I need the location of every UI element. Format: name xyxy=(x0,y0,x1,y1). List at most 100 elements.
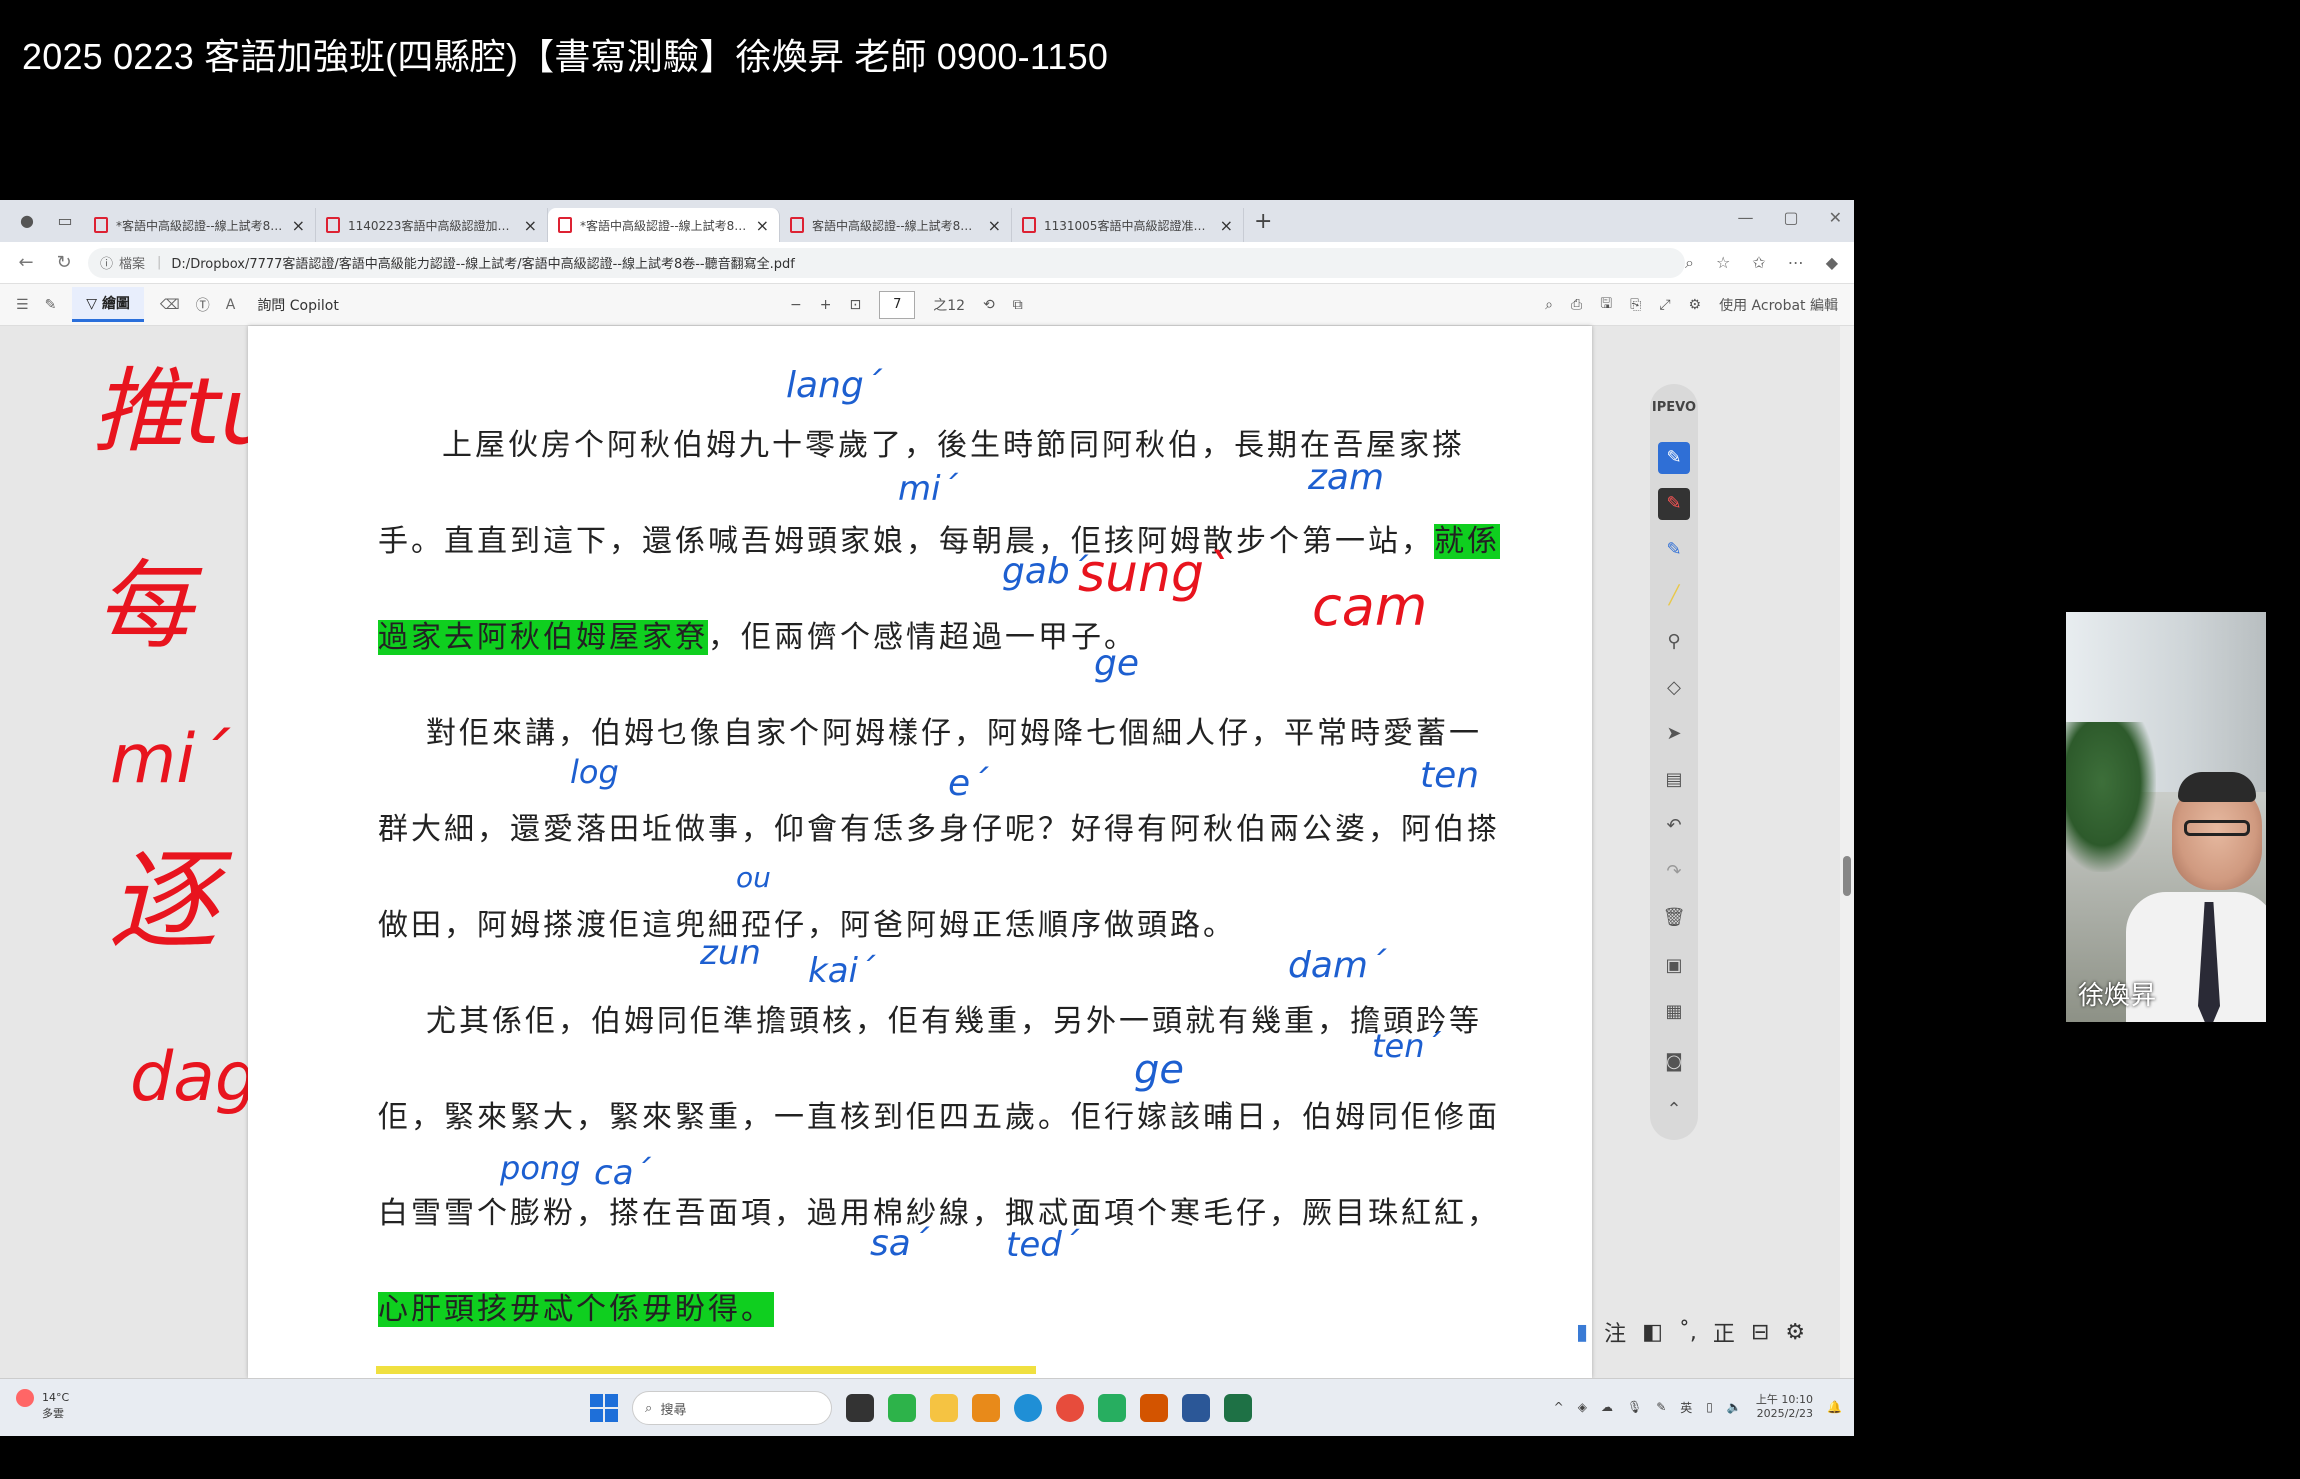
notification-icon[interactable]: 🔔 xyxy=(1827,1400,1842,1414)
taskbar-search[interactable]: ⌕ 搜尋 xyxy=(632,1391,832,1425)
browser-tab-active[interactable]: *客語中高級認證--線上試考8卷-- × xyxy=(548,208,780,242)
close-window-icon[interactable]: ✕ xyxy=(1829,208,1842,227)
excel-icon[interactable] xyxy=(1224,1394,1252,1422)
new-tab-button[interactable]: + xyxy=(1254,209,1272,234)
red-annotation: 逐 xyxy=(108,837,218,965)
language-icon[interactable]: 英 xyxy=(1680,1399,1692,1416)
bookmark-icon[interactable]: ▮ xyxy=(1576,1320,1588,1345)
close-icon[interactable]: × xyxy=(1220,216,1233,235)
vertical-scrollbar[interactable] xyxy=(1840,326,1854,1378)
fullscreen-icon[interactable]: ⤢ xyxy=(1659,297,1670,313)
pointer-icon[interactable]: ➤ xyxy=(1658,718,1690,750)
page-number-input[interactable]: 7 xyxy=(879,290,916,319)
close-icon[interactable]: × xyxy=(756,216,769,235)
screenshot-icon[interactable]: ▣ xyxy=(1658,950,1690,982)
favorite-star-icon[interactable]: ☆ xyxy=(1716,253,1730,273)
file-explorer-icon[interactable] xyxy=(930,1394,958,1422)
back-icon[interactable]: ← xyxy=(14,252,38,273)
taskbar-clock[interactable]: 上午 10:10 2025/2/23 xyxy=(1756,1393,1813,1421)
browser-tab[interactable]: *客語中高級認證--線上試考8卷-- × xyxy=(84,208,316,242)
page-view-icon[interactable]: ⧉ xyxy=(1013,297,1023,313)
clear-layer-icon[interactable]: ▤ xyxy=(1658,764,1690,796)
blue-annotation: zun xyxy=(700,933,761,973)
eraser-tool-icon[interactable]: ◇ xyxy=(1658,672,1690,704)
windows-start-icon[interactable] xyxy=(590,1394,618,1422)
zoom-out-button[interactable]: − xyxy=(790,297,802,313)
draw-button[interactable]: ▽ 繪圖 xyxy=(72,287,144,322)
task-view-icon[interactable] xyxy=(846,1394,874,1422)
contents-icon[interactable]: ☰ xyxy=(16,297,29,313)
acrobat-edit-button[interactable]: 使用 Acrobat 編輯 xyxy=(1719,295,1838,315)
settings-icon[interactable]: ⚙ xyxy=(1689,297,1702,313)
tab-label: *客語中高級認證--線上試考8卷-- xyxy=(116,218,284,233)
ask-copilot-button[interactable]: 詢問 Copilot xyxy=(257,295,339,315)
edge-icon[interactable] xyxy=(1014,1394,1042,1422)
line-app-icon[interactable] xyxy=(888,1394,916,1422)
collapse-icon[interactable]: ⌃ xyxy=(1658,1094,1690,1126)
zoom-in-button[interactable]: + xyxy=(820,297,832,313)
favorites-icon[interactable]: ✩ xyxy=(1752,253,1765,273)
close-icon[interactable]: × xyxy=(988,216,1001,235)
fit-page-icon[interactable]: ⊡ xyxy=(849,297,861,313)
refresh-icon[interactable]: ↻ xyxy=(52,252,76,273)
weather-widget[interactable]: 14°C 多雲 xyxy=(16,1389,69,1421)
multi-pen-icon[interactable]: ✎ xyxy=(1658,442,1690,474)
tray-app-icon[interactable]: ◈ xyxy=(1578,1400,1587,1414)
zoom-icon[interactable]: ⌕ xyxy=(1685,253,1694,273)
eraser-icon[interactable]: ⌫ xyxy=(160,297,180,313)
ime-note-button[interactable]: 注 xyxy=(1604,1316,1626,1348)
word-icon[interactable] xyxy=(1182,1394,1210,1422)
gallery-icon[interactable]: ▦ xyxy=(1658,996,1690,1028)
punctuation-icon[interactable]: ˚, xyxy=(1679,1320,1697,1345)
highlight-icon[interactable]: ✎ xyxy=(45,297,57,313)
ime-mode-button[interactable]: 正 xyxy=(1713,1316,1735,1348)
url-input[interactable]: ⓘ 檔案 | D:/Dropbox/7777客語認證/客語中高級能力認證--線上… xyxy=(88,247,1685,278)
undo-icon[interactable]: ↶ xyxy=(1658,810,1690,842)
line-app-icon-2[interactable] xyxy=(1098,1394,1126,1422)
pen-icon[interactable]: ✎ xyxy=(1656,1400,1666,1414)
ime-settings-icon[interactable]: ⚙ xyxy=(1785,1320,1805,1345)
close-icon[interactable]: × xyxy=(524,216,537,235)
rotate-icon[interactable]: ⟲ xyxy=(983,297,995,313)
save-as-icon[interactable]: ⎘ xyxy=(1630,297,1641,313)
tray-cloud-icon[interactable]: ☁ xyxy=(1601,1400,1613,1414)
browser-tab[interactable]: 客語中高級認證--線上試考8卷.pdf × xyxy=(780,208,1012,242)
microphone-icon[interactable]: 🎙 xyxy=(1627,1400,1642,1414)
volume-icon[interactable]: 🔈 xyxy=(1727,1400,1742,1414)
blue-pen-icon[interactable]: ✎ xyxy=(1658,534,1690,566)
tab-actions-icon[interactable]: ▭ xyxy=(54,210,76,232)
layout-icon[interactable]: ⊟ xyxy=(1751,1320,1769,1345)
profile-icon[interactable]: ● xyxy=(16,210,38,232)
stamp-icon[interactable]: ⚲ xyxy=(1658,626,1690,658)
search-icon[interactable]: ⌕ xyxy=(1545,297,1553,313)
search-placeholder: 搜尋 xyxy=(660,1402,687,1418)
browser-tab[interactable]: 1140223客語中高級認證加強班-- × xyxy=(316,208,548,242)
restore-icon[interactable]: ▢ xyxy=(1783,208,1798,227)
copilot-icon[interactable]: ◆ xyxy=(1826,253,1838,273)
print-icon[interactable]: ⎙ xyxy=(1571,297,1582,313)
browser-tab[interactable]: 1131005客語中高級認證准考證-- × xyxy=(1012,208,1244,242)
system-tray: ^ ◈ ☁ 🎙 ✎ 英 ▯ 🔈 上午 10:10 2025/2/23 🔔 xyxy=(1554,1393,1842,1421)
trash-icon[interactable]: 🗑 xyxy=(1658,902,1690,934)
blue-annotation: kai´ xyxy=(808,951,875,991)
search-app-icon[interactable] xyxy=(972,1394,1000,1422)
tray-chevron-icon[interactable]: ^ xyxy=(1554,1400,1564,1414)
camera-icon[interactable]: ◙ xyxy=(1658,1046,1690,1078)
more-icon[interactable]: ⋯ xyxy=(1788,253,1804,273)
close-icon[interactable]: × xyxy=(292,216,305,235)
text-icon[interactable]: Ⓣ xyxy=(196,295,210,315)
red-pen-icon[interactable]: ✎ xyxy=(1658,488,1690,520)
ipevo-annotation-panel: IPEVO ✎ ✎ ✎ ╱ ⚲ ◇ ➤ ▤ ↶ ↷ 🗑 ▣ ▦ ◙ ⌃ xyxy=(1650,384,1698,1140)
save-icon[interactable]: 🖫 xyxy=(1600,293,1612,317)
network-icon[interactable]: ▯ xyxy=(1706,1400,1713,1414)
panel-icon[interactable]: ◧ xyxy=(1642,1320,1663,1345)
chrome-icon[interactable] xyxy=(1056,1394,1084,1422)
scrollbar-thumb[interactable] xyxy=(1843,856,1851,896)
powerpoint-icon[interactable] xyxy=(1140,1394,1168,1422)
highlighter-icon[interactable]: ╱ xyxy=(1658,580,1690,612)
info-icon[interactable]: ⓘ xyxy=(100,253,113,272)
redo-icon[interactable]: ↷ xyxy=(1658,856,1690,888)
text-line: 心肝頭㧡毋忒个係毋盼得。 xyxy=(378,1284,774,1328)
minimize-icon[interactable]: — xyxy=(1737,208,1753,227)
read-aloud-icon[interactable]: A xyxy=(226,297,236,313)
